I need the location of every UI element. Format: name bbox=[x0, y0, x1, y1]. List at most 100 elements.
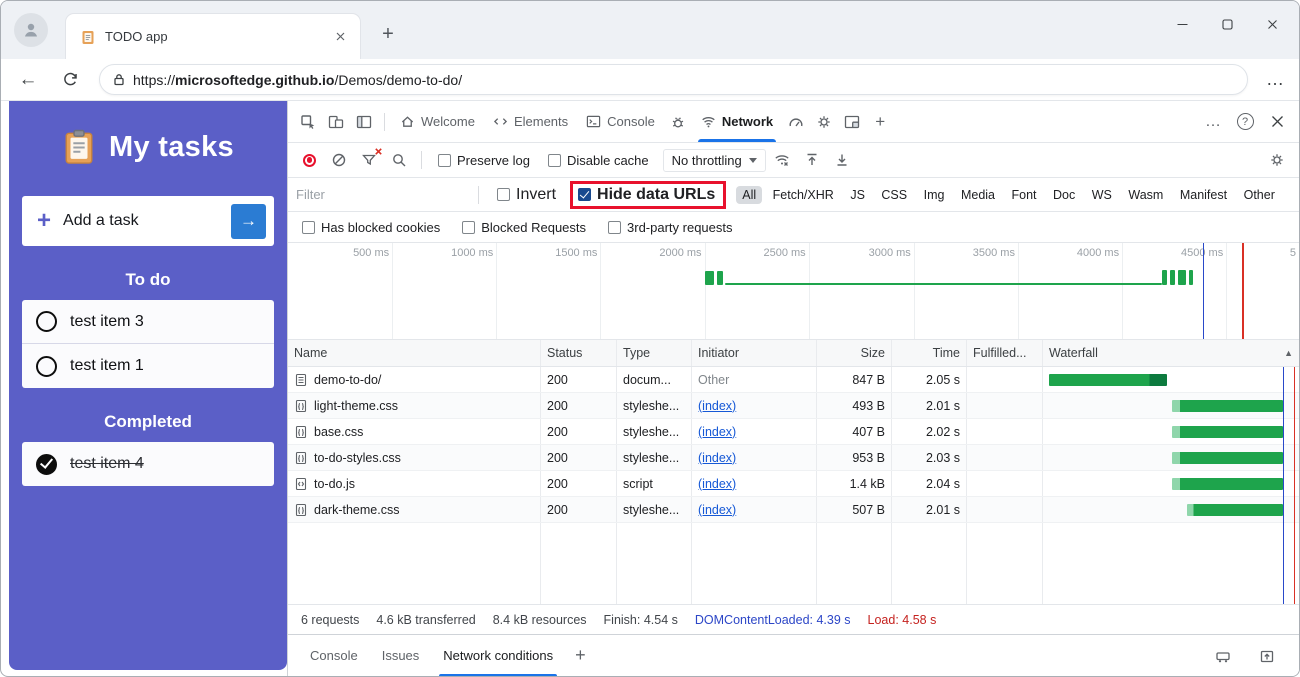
column-header-fulfilled[interactable]: Fulfilled... bbox=[967, 340, 1043, 366]
checkbox-box-checked[interactable] bbox=[578, 188, 592, 201]
filter-pill-doc[interactable]: Doc bbox=[1047, 186, 1081, 204]
tab-close-icon[interactable] bbox=[330, 27, 350, 47]
import-har-icon[interactable] bbox=[828, 146, 856, 174]
network-request-row[interactable]: to-do-styles.css 200 styleshe... (index) 953… bbox=[288, 445, 1299, 471]
network-conditions-icon[interactable] bbox=[768, 146, 796, 174]
column-header-initiator[interactable]: Initiator bbox=[692, 340, 817, 366]
network-settings-gear-icon[interactable] bbox=[1263, 146, 1291, 174]
clear-network-log-icon[interactable] bbox=[325, 146, 353, 174]
minimize-button[interactable] bbox=[1160, 1, 1205, 47]
close-devtools-icon[interactable] bbox=[1263, 108, 1291, 136]
checkbox-box[interactable] bbox=[608, 220, 622, 234]
issues-icon[interactable] bbox=[664, 108, 692, 136]
refresh-button[interactable] bbox=[55, 65, 85, 95]
initiator-link[interactable]: (index) bbox=[698, 477, 736, 491]
filter-pill-other[interactable]: Other bbox=[1238, 186, 1281, 204]
filter-pill-ws[interactable]: WS bbox=[1086, 186, 1118, 204]
initiator-link[interactable]: (index) bbox=[698, 451, 736, 465]
filter-toggle-icon[interactable] bbox=[355, 146, 383, 174]
add-tab-button[interactable]: + bbox=[866, 108, 894, 136]
tab-network[interactable]: Network bbox=[692, 101, 782, 142]
filter-pill-font[interactable]: Font bbox=[1006, 186, 1043, 204]
filter-pill-css[interactable]: CSS bbox=[875, 186, 913, 204]
device-toolbar-icon[interactable] bbox=[322, 108, 350, 136]
checkbox-box[interactable] bbox=[547, 153, 561, 167]
initiator-link[interactable]: (index) bbox=[698, 425, 736, 439]
add-task-field[interactable]: + Add a task → bbox=[22, 196, 274, 246]
drawer-tab-network-conditions[interactable]: Network conditions bbox=[431, 635, 565, 676]
filter-input[interactable] bbox=[296, 187, 468, 202]
column-header-waterfall[interactable]: Waterfall ▲ bbox=[1043, 340, 1299, 366]
browser-tab[interactable]: TODO app bbox=[65, 13, 361, 59]
filter-pill-fetch-xhr[interactable]: Fetch/XHR bbox=[767, 186, 840, 204]
tab-welcome[interactable]: Welcome bbox=[391, 101, 484, 142]
checkbox-box[interactable] bbox=[438, 153, 451, 167]
preserve-log-checkbox[interactable]: Preserve log bbox=[438, 153, 530, 168]
maximize-button[interactable] bbox=[1205, 1, 1250, 47]
request-type-cell: styleshe... bbox=[617, 419, 692, 444]
request-waterfall-cell bbox=[1043, 367, 1299, 392]
address-bar[interactable]: https://microsoftedge.github.io/Demos/de… bbox=[99, 64, 1248, 95]
export-har-icon[interactable] bbox=[798, 146, 826, 174]
column-header-status[interactable]: Status bbox=[541, 340, 617, 366]
column-header-type[interactable]: Type bbox=[617, 340, 692, 366]
3rd-party-requests-checkbox[interactable]: 3rd-party requests bbox=[608, 220, 733, 235]
search-icon[interactable] bbox=[385, 146, 413, 174]
inspect-element-icon[interactable] bbox=[294, 108, 322, 136]
checkbox-box[interactable] bbox=[497, 188, 510, 201]
url-domain: microsoftedge.github.io bbox=[175, 71, 335, 88]
network-overview-timeline[interactable]: 500 ms 1000 ms 1500 ms 2000 ms 2500 ms 3000 m… bbox=[288, 243, 1299, 340]
settings-gear-icon[interactable] bbox=[810, 108, 838, 136]
back-button[interactable]: ← bbox=[13, 65, 43, 95]
has-blocked-cookies-checkbox[interactable]: Has blocked cookies bbox=[302, 220, 440, 235]
filter-pill-all[interactable]: All bbox=[736, 185, 763, 204]
dock-panel-icon[interactable] bbox=[838, 108, 866, 136]
network-request-row[interactable]: dark-theme.css 200 styleshe... (index) 507 B… bbox=[288, 497, 1299, 523]
filter-pill-js[interactable]: JS bbox=[844, 186, 871, 204]
network-request-row[interactable]: demo-to-do/200 docum... Other 847 B 2.05 s bbox=[288, 367, 1299, 393]
initiator-link[interactable]: (index) bbox=[698, 503, 736, 517]
task-item[interactable]: test item 1 bbox=[22, 344, 274, 388]
drawer-tab-console[interactable]: Console bbox=[298, 635, 370, 676]
add-drawer-tab-button[interactable]: + bbox=[565, 645, 596, 666]
record-network-log-icon[interactable] bbox=[303, 153, 316, 167]
performance-icon[interactable] bbox=[782, 108, 810, 136]
tab-elements[interactable]: Elements bbox=[484, 101, 577, 142]
network-request-row[interactable]: base.css 200 styleshe... (index) 407 B 2.02 s bbox=[288, 419, 1299, 445]
checkbox-box[interactable] bbox=[462, 220, 476, 234]
help-icon[interactable]: ? bbox=[1231, 108, 1259, 136]
column-header-name[interactable]: Name bbox=[288, 340, 541, 366]
network-request-row[interactable]: to-do.js 200 script (index) 1.4 kB 2.04 s bbox=[288, 471, 1299, 497]
filter-pill-media[interactable]: Media bbox=[955, 186, 1001, 204]
task-checkbox-icon[interactable] bbox=[36, 355, 57, 377]
remote-devices-icon[interactable] bbox=[1209, 642, 1237, 670]
checkbox-box[interactable] bbox=[302, 220, 315, 234]
network-request-row[interactable]: light-theme.css 200 styleshe... (index) 493 … bbox=[288, 393, 1299, 419]
throttling-dropdown[interactable]: No throttling bbox=[662, 148, 766, 172]
panel-layout-icon[interactable] bbox=[350, 108, 378, 136]
initiator-link[interactable]: (index) bbox=[698, 399, 736, 413]
undock-drawer-icon[interactable] bbox=[1253, 642, 1281, 670]
more-options-icon[interactable]: … bbox=[1199, 108, 1227, 136]
browser-menu-icon[interactable]: … bbox=[1266, 69, 1285, 90]
column-header-size[interactable]: Size bbox=[817, 340, 892, 366]
close-window-button[interactable] bbox=[1250, 1, 1295, 47]
task-checkbox-icon[interactable] bbox=[36, 311, 57, 332]
invert-checkbox[interactable]: Invert bbox=[497, 186, 556, 204]
task-item[interactable]: test item 3 bbox=[22, 300, 274, 344]
disable-cache-checkbox[interactable]: Disable cache bbox=[547, 153, 649, 168]
tab-label: Welcome bbox=[421, 114, 475, 129]
filter-pill-img[interactable]: Img bbox=[918, 186, 951, 204]
drawer-tab-issues[interactable]: Issues bbox=[370, 635, 432, 676]
new-tab-button[interactable]: + bbox=[375, 21, 401, 47]
blocked-requests-checkbox[interactable]: Blocked Requests bbox=[462, 220, 586, 235]
hide-data-urls-checkbox[interactable]: Hide data URLs bbox=[578, 186, 715, 204]
filter-pill-wasm[interactable]: Wasm bbox=[1122, 186, 1169, 204]
column-header-time[interactable]: Time bbox=[892, 340, 967, 366]
filter-pill-manifest[interactable]: Manifest bbox=[1174, 186, 1233, 204]
tab-console[interactable]: Console bbox=[577, 101, 664, 142]
task-checkbox-checked-icon[interactable] bbox=[36, 453, 57, 475]
profile-avatar[interactable] bbox=[14, 13, 48, 47]
add-task-submit-button[interactable]: → bbox=[231, 203, 266, 239]
task-item[interactable]: test item 4 bbox=[22, 442, 274, 486]
